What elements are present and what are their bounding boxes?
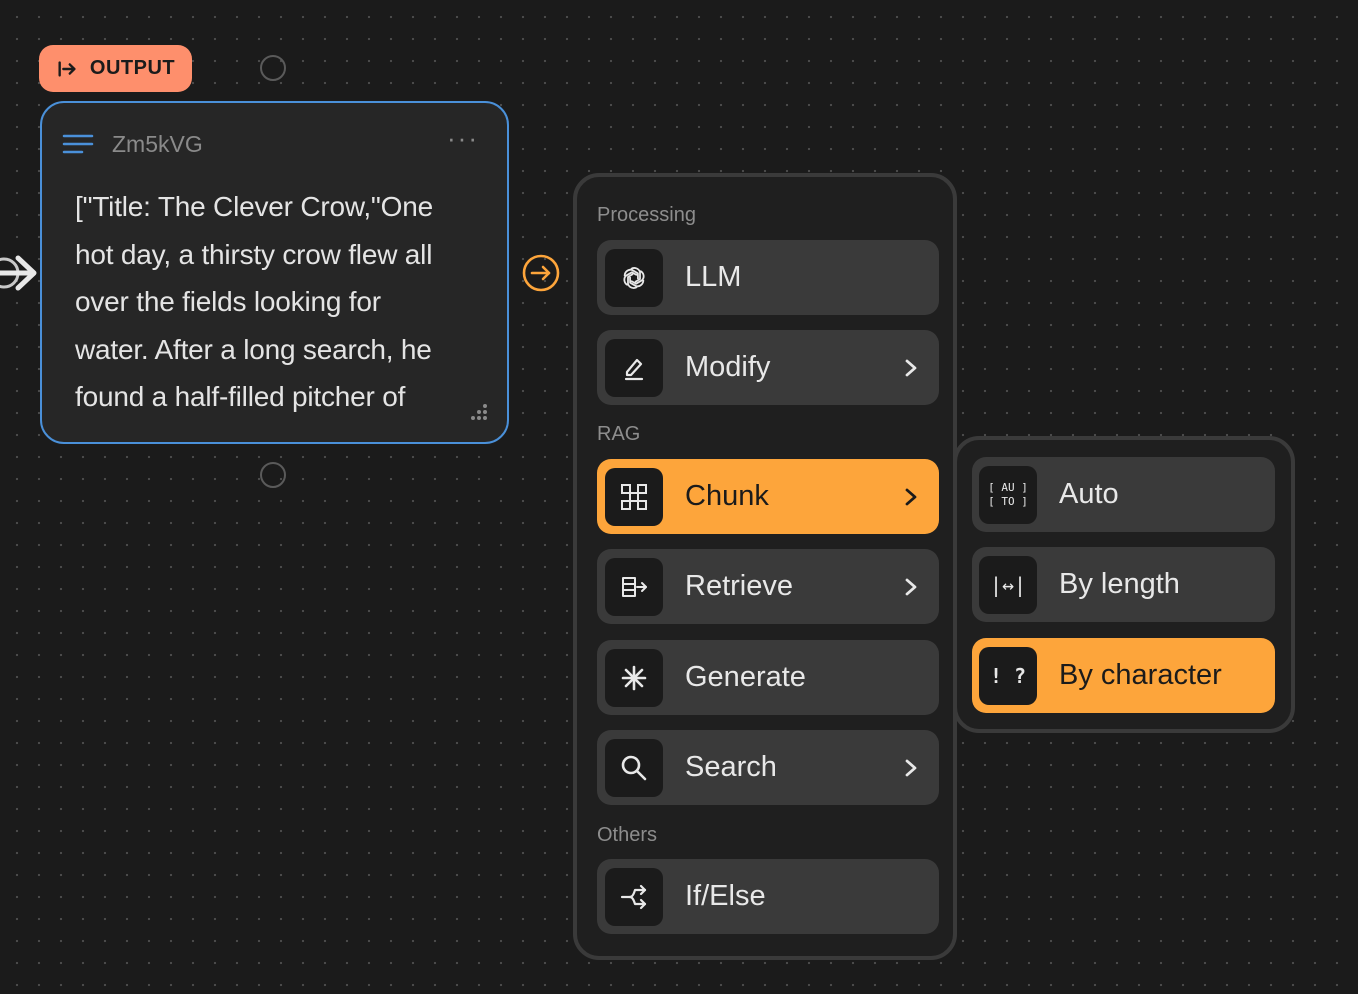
- text-lines-icon: [62, 134, 94, 154]
- menu-item-label: Search: [685, 751, 777, 783]
- auto-icon-text-1: [ AU ]: [988, 480, 1028, 494]
- output-port-icon[interactable]: [521, 253, 561, 293]
- menu-item-modify[interactable]: Modify: [597, 330, 939, 405]
- menu-item-label: Retrieve: [685, 570, 793, 602]
- chevron-right-icon: [905, 578, 917, 595]
- auto-icon-text-2: [ TO ]: [988, 494, 1028, 508]
- openai-icon: [623, 266, 645, 289]
- menu-item-label: Chunk: [685, 480, 769, 512]
- asterisk-icon: [621, 665, 647, 690]
- section-label-rag: RAG: [597, 423, 641, 445]
- search-icon: [621, 755, 647, 780]
- chunk-submenu: [ AU ] [ TO ] Auto |↔| By length ! ? By …: [953, 436, 1295, 733]
- menu-item-label: If/Else: [685, 880, 766, 912]
- openai-icon-box: [605, 248, 663, 307]
- text-node[interactable]: Zm5kVG ··· ["Title: The Clever Crow,"One…: [40, 101, 509, 444]
- retrieve-icon: [622, 576, 647, 597]
- menu-item-llm[interactable]: LLM: [597, 240, 939, 315]
- menu-item-if-else[interactable]: If/Else: [597, 859, 939, 934]
- input-arrow-icon[interactable]: [0, 250, 44, 296]
- more-options-icon[interactable]: ···: [447, 125, 479, 155]
- menu-item-label: Generate: [685, 661, 806, 693]
- menu-item-search[interactable]: Search: [597, 730, 939, 805]
- menu-item-chunk[interactable]: Chunk: [597, 459, 939, 534]
- output-badge-label: OUTPUT: [89, 57, 176, 79]
- length-icon: |↔|: [979, 555, 1037, 614]
- grid-icon: [621, 483, 647, 510]
- edit-icon-box: [605, 338, 663, 397]
- menu-item-retrieve[interactable]: Retrieve: [597, 549, 939, 624]
- bottom-port-handle[interactable]: [260, 462, 286, 488]
- submenu-item-by-character[interactable]: ! ? By character: [972, 638, 1275, 713]
- output-arrow-icon: [58, 60, 76, 77]
- section-label-processing: Processing: [597, 204, 696, 226]
- node-header: Zm5kVG ···: [62, 125, 479, 159]
- edit-icon: [624, 358, 644, 380]
- auto-icon: [ AU ] [ TO ]: [979, 465, 1037, 524]
- submenu-item-label: Auto: [1059, 478, 1119, 510]
- chevron-right-icon: [905, 488, 917, 505]
- asterisk-icon-box: [605, 648, 663, 707]
- menu-item-generate[interactable]: Generate: [597, 640, 939, 715]
- section-label-others: Others: [597, 824, 658, 846]
- resize-handle-icon[interactable]: [467, 402, 489, 424]
- submenu-item-label: By length: [1059, 568, 1180, 600]
- node-id: Zm5kVG: [112, 130, 203, 157]
- grid-icon-box: [605, 467, 663, 526]
- submenu-item-by-length[interactable]: |↔| By length: [972, 547, 1275, 622]
- submenu-item-label: By character: [1059, 659, 1222, 691]
- chevron-right-icon: [905, 359, 917, 376]
- submenu-item-auto[interactable]: [ AU ] [ TO ] Auto: [972, 457, 1275, 532]
- character-icon-text: ! ?: [989, 663, 1027, 688]
- branch-icon-box: [605, 867, 663, 926]
- node-type-menu: Processing LLM Modify RAG Chunk Retrieve…: [573, 173, 957, 960]
- menu-item-label: Modify: [685, 351, 771, 383]
- branch-icon: [620, 884, 647, 909]
- retrieve-icon-box: [605, 557, 663, 616]
- menu-item-label: LLM: [685, 261, 742, 293]
- top-port-handle[interactable]: [260, 55, 286, 81]
- length-icon-text: |↔|: [989, 572, 1027, 597]
- output-badge: OUTPUT: [39, 45, 192, 92]
- character-icon: ! ?: [979, 646, 1037, 705]
- node-content[interactable]: ["Title: The Clever Crow,"One hot day, a…: [75, 183, 475, 421]
- chevron-right-icon: [905, 759, 917, 776]
- search-icon-box: [605, 738, 663, 797]
